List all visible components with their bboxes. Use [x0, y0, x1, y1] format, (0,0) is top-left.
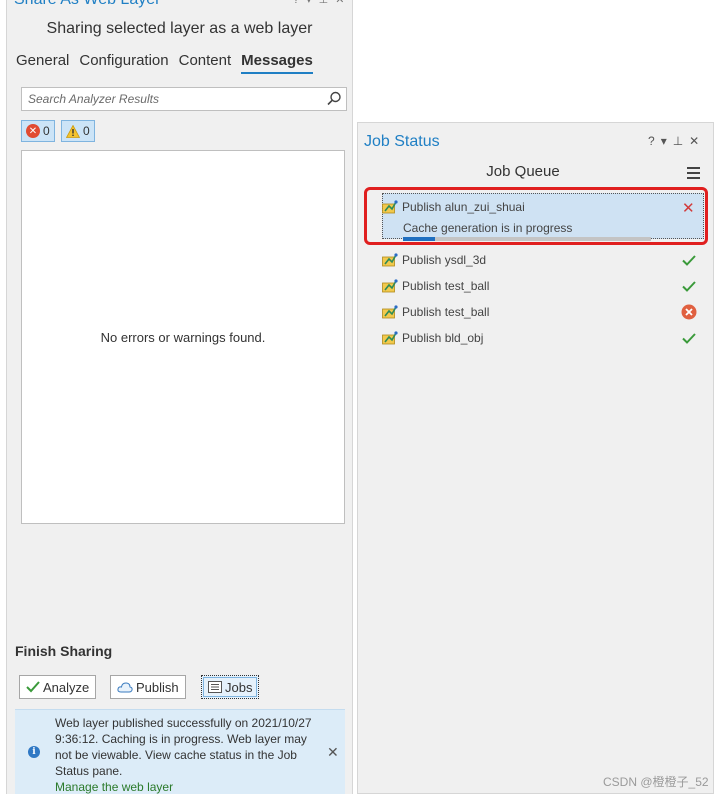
tab-content[interactable]: Content — [179, 52, 232, 74]
pin-icon[interactable]: ⊥ — [673, 134, 683, 148]
publish-job-icon — [382, 200, 398, 214]
warning-filter-button[interactable]: 0 — [61, 120, 95, 142]
cloud-icon — [117, 681, 133, 692]
job-label: Publish bld_obj — [402, 331, 484, 345]
pane-title: Share As Web Layer — [14, 0, 160, 9]
error-count: 0 — [43, 124, 50, 138]
cancel-job-icon[interactable]: ✕ — [682, 199, 695, 217]
close-icon[interactable]: ✕ — [327, 744, 339, 761]
job-progress-bar — [403, 237, 651, 241]
analyze-button-label: Analyze — [43, 679, 90, 695]
publish-job-icon — [382, 305, 398, 319]
tab-messages[interactable]: Messages — [241, 52, 313, 74]
publish-info-bar: i Web layer published successfully on 20… — [15, 709, 345, 794]
warning-icon — [66, 124, 80, 138]
warning-count: 0 — [83, 124, 90, 138]
tab-general[interactable]: General — [16, 52, 69, 74]
publish-job-icon — [382, 253, 398, 267]
job-status-pane: Job Status ? ▾ ⊥ ✕ Job Queue Publish alu… — [357, 122, 714, 794]
failed-x-icon — [680, 303, 698, 321]
close-icon[interactable]: ✕ — [689, 134, 699, 148]
job-progress-fill — [403, 237, 436, 241]
job-status-title: Job Status — [364, 133, 440, 150]
search-icon[interactable] — [325, 90, 343, 108]
checkmark-icon — [26, 681, 40, 693]
success-check-icon — [680, 251, 698, 269]
tab-bar: General Configuration Content Messages — [16, 52, 313, 74]
job-label: Publish alun_zui_shuai — [402, 200, 525, 214]
publish-job-icon — [382, 331, 398, 345]
success-check-icon — [680, 329, 698, 347]
job-status-message: Cache generation is in progress — [403, 221, 573, 235]
pane-options-icon[interactable]: ▾ — [661, 134, 667, 148]
analyze-button[interactable]: Analyze — [19, 675, 97, 699]
job-item[interactable]: Publish alun_zui_shuai — [382, 197, 698, 217]
search-input[interactable] — [22, 88, 325, 110]
info-icon: i — [28, 746, 40, 758]
job-label: Publish test_ball — [402, 279, 490, 293]
jobs-list-icon — [208, 681, 222, 693]
hamburger-menu-icon[interactable] — [687, 167, 700, 179]
pane-subtitle: Sharing selected layer as a web layer — [46, 20, 313, 37]
finish-sharing-title: Finish Sharing — [15, 643, 113, 659]
help-icon[interactable]: ? — [648, 134, 655, 148]
job-label: Publish ysdl_3d — [402, 253, 487, 267]
job-item[interactable]: Publish test_ball — [382, 302, 698, 322]
info-message: Web layer published successfully on 2021… — [55, 716, 312, 778]
manage-web-layer-link[interactable]: Manage the web layer — [55, 780, 173, 794]
job-item[interactable]: Publish bld_obj — [382, 328, 698, 348]
job-item[interactable]: Publish test_ball — [382, 276, 698, 296]
publish-job-icon — [382, 279, 398, 293]
error-filter-button[interactable]: ✕ 0 — [21, 120, 55, 142]
search-box — [21, 87, 347, 111]
publish-button-label: Publish — [136, 679, 179, 695]
share-as-web-layer-pane: Share As Web Layer ?▾⊥✕ Sharing selected… — [6, 0, 353, 794]
jobs-button-label: Jobs — [225, 679, 253, 695]
error-icon: ✕ — [26, 124, 40, 138]
publish-button[interactable]: Publish — [110, 675, 186, 699]
job-item[interactable]: Publish ysdl_3d — [382, 250, 698, 270]
tab-configuration[interactable]: Configuration — [79, 52, 168, 74]
job-label: Publish test_ball — [402, 305, 490, 319]
empty-results-message: No errors or warnings found. — [100, 329, 266, 345]
jobs-button[interactable]: Jobs — [201, 675, 260, 699]
job-queue-title: Job Queue — [486, 163, 560, 180]
info-message-block: Web layer published successfully on 2021… — [55, 715, 315, 794]
analyzer-results-list: No errors or warnings found. — [21, 150, 345, 524]
pane-controls: ? ▾ ⊥ ✕ — [648, 134, 699, 148]
pane-controls[interactable]: ?▾⊥✕ — [293, 0, 351, 6]
watermark: CSDN @橙橙子_52 — [603, 775, 709, 789]
success-check-icon — [680, 277, 698, 295]
